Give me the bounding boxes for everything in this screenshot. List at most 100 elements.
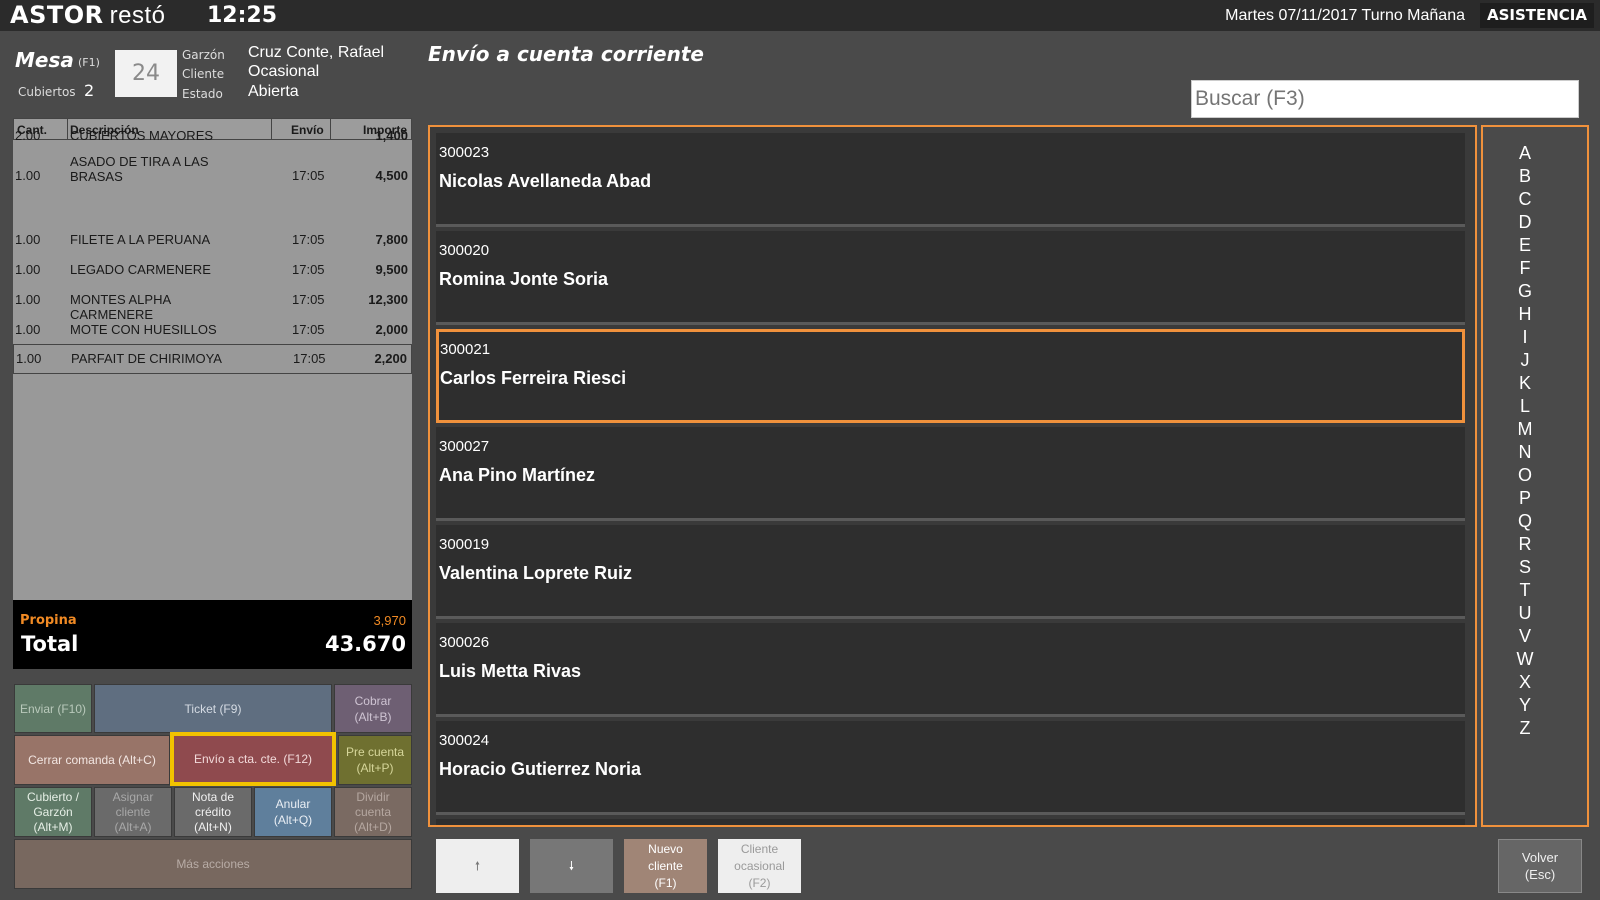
order-row[interactable]: 1.00 ASADO DE TIRA A LAS BRASAS 17:05 4,500 (13, 152, 412, 196)
order-row[interactable]: 2.00 CUBIERTOS MAYORES 1,400 (13, 122, 412, 150)
anular-button[interactable]: Anular (Alt+Q) (254, 787, 332, 837)
panel-title: Envío a cuenta corriente (428, 42, 704, 66)
cliente-ocasional-button[interactable]: Cliente ocasional (F2) (718, 839, 801, 893)
alphabet-letter[interactable]: Q (1515, 511, 1535, 532)
order-desc: FILETE A LA PERUANA (70, 232, 211, 247)
totals-panel: Propina 3,970 Total 43.670 (13, 600, 412, 669)
app-logo: ASTOR restó (10, 0, 165, 31)
alphabet-letter[interactable]: E (1515, 235, 1535, 256)
nota-credito-button[interactable]: Nota de crédito (Alt+N) (174, 787, 252, 837)
alphabet-letter[interactable]: A (1515, 143, 1535, 164)
client-code: 300020 (439, 242, 490, 259)
alphabet-letter[interactable]: J (1515, 350, 1535, 371)
nuevo-cliente-button[interactable]: Nuevo cliente (F1) (624, 839, 707, 893)
alphabet-letter[interactable]: F (1515, 258, 1535, 279)
client-card[interactable]: 300023 Nicolas Avellaneda Abad (436, 133, 1465, 227)
order-envio: 17:05 (292, 232, 325, 247)
search-input[interactable] (1191, 80, 1579, 118)
client-code: 300026 (439, 634, 490, 651)
order-importe: 12,300 (368, 292, 408, 307)
alphabet-letter[interactable]: G (1515, 281, 1535, 302)
client-list[interactable]: 300023 Nicolas Avellaneda Abad 300020 Romin… (428, 125, 1477, 827)
alphabet-letter[interactable]: R (1515, 534, 1535, 555)
alphabet-letter[interactable]: C (1515, 189, 1535, 210)
alphabet-letter[interactable]: I (1515, 327, 1535, 348)
client-card[interactable]: 300021 Carlos Ferreira Riesci (436, 329, 1465, 423)
propina-value: 3,970 (373, 613, 406, 628)
order-row[interactable]: 1.00 FILETE A LA PERUANA 17:05 7,800 (13, 226, 412, 254)
order-cant: 1.00 (15, 232, 41, 247)
client-code: 300024 (439, 732, 490, 749)
alphabet-letter[interactable]: L (1515, 396, 1535, 417)
alphabet-letter[interactable]: V (1515, 626, 1535, 647)
total-label: Total (21, 632, 79, 656)
order-importe: 1,400 (375, 128, 408, 143)
top-bar: ASTOR restó 12:25 Martes 07/11/2017 Turno… (0, 0, 1600, 31)
order-desc: PARFAIT DE CHIRIMOYA (71, 351, 222, 366)
alphabet-letter[interactable]: U (1515, 603, 1535, 624)
order-row[interactable]: 1.00 PARFAIT DE CHIRIMOYA 17:05 2,200 (13, 344, 412, 374)
client-card[interactable]: 300024 Horacio Gutierrez Noria (436, 721, 1465, 815)
client-name: Carlos Ferreira Riesci (440, 368, 627, 388)
order-row[interactable]: 1.00 LEGADO CARMENERE 17:05 9,500 (13, 256, 412, 284)
alphabet-letter[interactable]: P (1515, 488, 1535, 509)
alphabet-letter[interactable]: H (1515, 304, 1535, 325)
volver-button[interactable]: Volver (Esc) (1498, 839, 1582, 893)
order-desc: ASADO DE TIRA A LAS BRASAS (70, 154, 209, 184)
alphabet-letter[interactable]: X (1515, 672, 1535, 693)
order-cant: 1.00 (15, 168, 41, 183)
arrow-up-icon: 🠕 (474, 858, 481, 873)
alphabet-letter[interactable]: T (1515, 580, 1535, 601)
order-row[interactable]: 1.00 MONTES ALPHA CARMENERE 17:05 12,300 (13, 286, 412, 322)
order-row[interactable]: 1.00 MOTE CON HUESILLOS 17:05 2,000 (13, 316, 412, 344)
order-envio: 17:05 (292, 168, 325, 183)
alphabet-letter[interactable]: W (1515, 649, 1535, 670)
order-importe: 2,000 (375, 322, 408, 337)
alphabet-letter[interactable]: Y (1515, 695, 1535, 716)
enviar-button[interactable]: Enviar (F10) (14, 684, 92, 733)
mas-acciones-button[interactable]: Más acciones (14, 839, 412, 889)
alphabet-letter[interactable]: K (1515, 373, 1535, 394)
mesa-number-box[interactable]: 24 (115, 50, 177, 97)
order-importe: 9,500 (375, 262, 408, 277)
client-name: Ana Pino Martínez (439, 465, 596, 485)
envio-cta-cte-button[interactable]: Envío a cta. cte. (F12) (170, 732, 336, 786)
alphabet-letter[interactable]: M (1515, 419, 1535, 440)
alphabet-letter[interactable]: N (1515, 442, 1535, 463)
alphabet-letter[interactable]: D (1515, 212, 1535, 233)
garzon-value: Cruz Conte, Rafael (248, 44, 385, 61)
order-desc: CUBIERTOS MAYORES (70, 128, 214, 143)
client-code: 300019 (439, 536, 490, 553)
client-card[interactable]: 300026 Luis Metta Rivas (436, 623, 1465, 717)
alphabet-letter[interactable]: Z (1515, 718, 1535, 739)
order-cant: 1.00 (16, 351, 42, 366)
order-cant: 1.00 (15, 292, 41, 307)
cerrar-comanda-button[interactable]: Cerrar comanda (Alt+C) (14, 735, 170, 785)
cubiertos-label: Cubiertos (18, 85, 76, 99)
ticket-button[interactable]: Ticket (F9) (94, 684, 332, 733)
cubiertos-value: 2 (84, 81, 95, 100)
estado-value: Abierta (248, 83, 299, 100)
asignar-cliente-button[interactable]: Asignar cliente (Alt+A) (94, 787, 172, 837)
scroll-down-button[interactable]: 🠗 (530, 839, 613, 893)
pre-cuenta-button[interactable]: Pre cuenta (Alt+P) (338, 735, 412, 785)
cubierto-garzon-button[interactable]: Cubierto / Garzón (Alt+M) (14, 787, 92, 837)
order-cant: 2.00 (15, 128, 41, 143)
client-name: Horacio Gutierrez Noria (439, 759, 642, 779)
alphabet-letter[interactable]: O (1515, 465, 1535, 486)
client-card[interactable]: 300019 Valentina Loprete Ruiz (436, 525, 1465, 619)
assist-button[interactable]: ASISTENCIA (1479, 3, 1594, 28)
order-cant: 1.00 (15, 262, 41, 277)
client-card[interactable]: 300027 Ana Pino Martínez (436, 427, 1465, 521)
dividir-cuenta-button[interactable]: Dividir cuenta (Alt+D) (334, 787, 412, 837)
cobrar-button[interactable]: Cobrar (Alt+B) (334, 684, 412, 733)
client-name: Nicolas Avellaneda Abad (439, 171, 652, 191)
scroll-up-button[interactable]: 🠕 (436, 839, 519, 893)
alphabet-letter[interactable]: S (1515, 557, 1535, 578)
order-importe: 7,800 (375, 232, 408, 247)
order-importe: 2,200 (374, 351, 407, 366)
client-card[interactable]: 300020 Romina Jonte Soria (436, 231, 1465, 325)
order-desc: LEGADO CARMENERE (70, 262, 211, 277)
client-name: Luis Metta Rivas (439, 661, 582, 681)
alphabet-letter[interactable]: B (1515, 166, 1535, 187)
